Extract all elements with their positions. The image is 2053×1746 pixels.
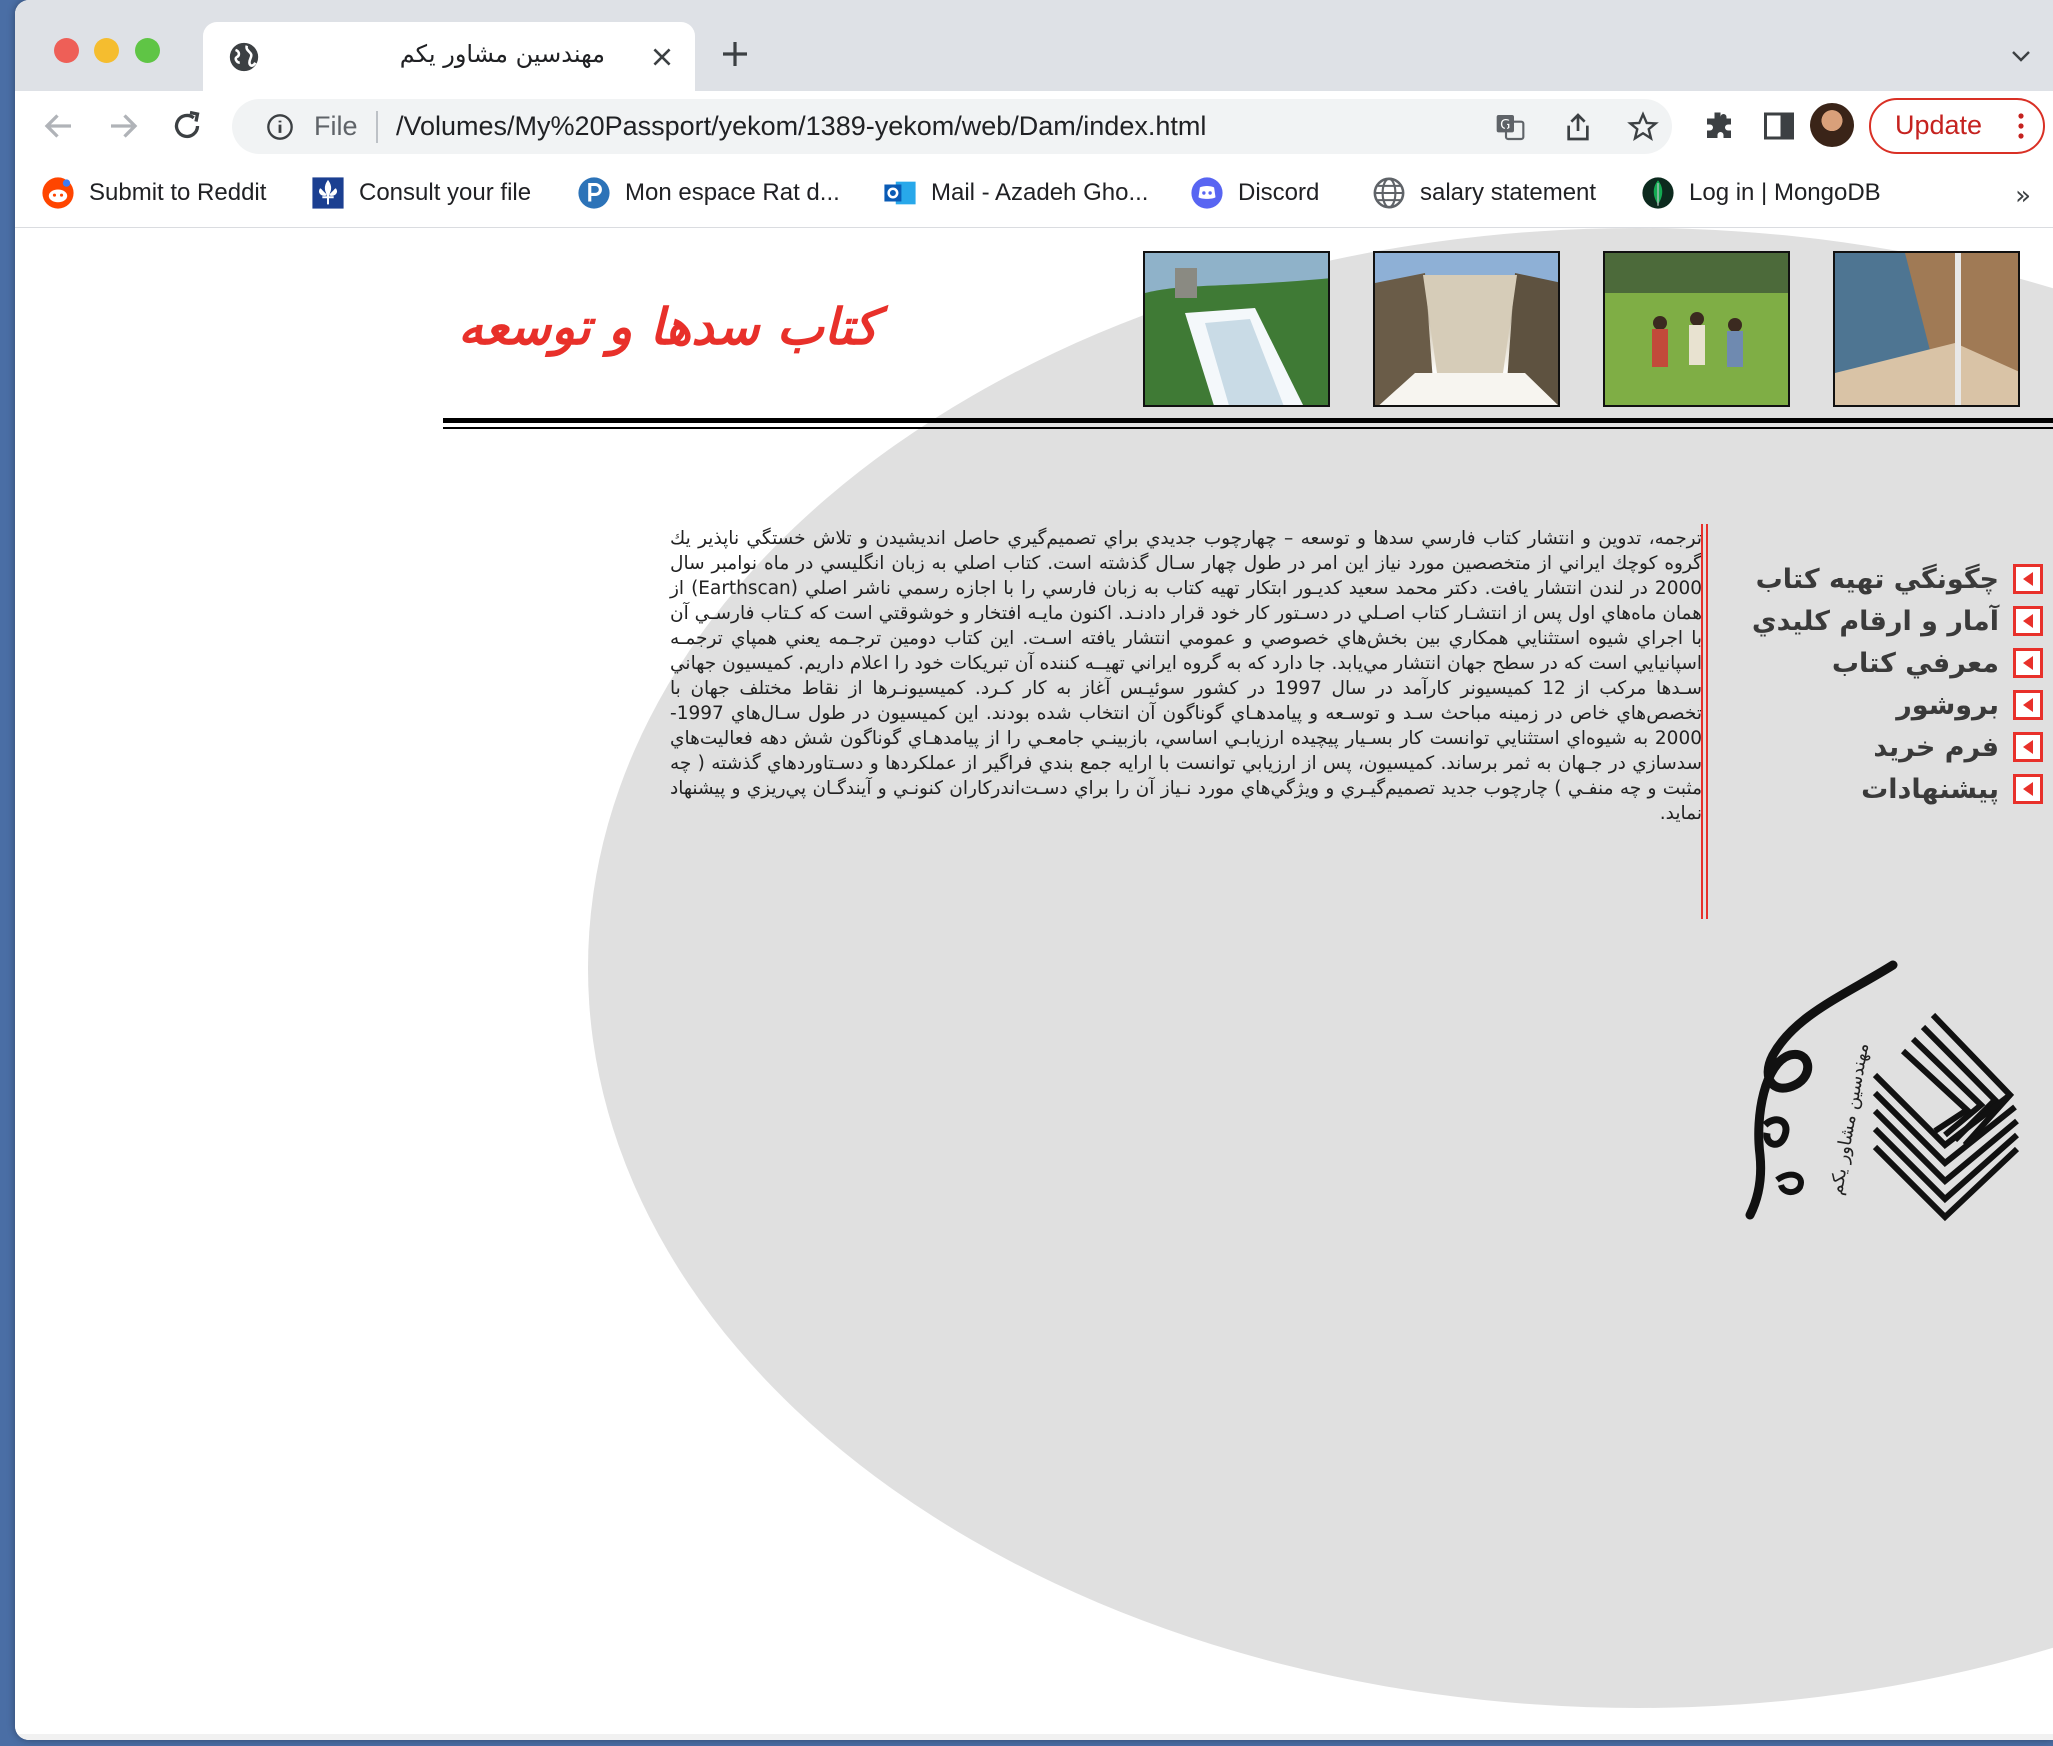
menu-item-brochure[interactable]: بروشور bbox=[1725, 684, 2043, 726]
scheme-label: File bbox=[314, 111, 358, 141]
forward-arrow-icon[interactable] bbox=[105, 108, 141, 144]
divider-line bbox=[1701, 524, 1703, 919]
globe-icon bbox=[1373, 177, 1405, 209]
share-icon[interactable] bbox=[1562, 111, 1594, 143]
concrete-dam-photo bbox=[1373, 251, 1560, 407]
arrow-left-icon bbox=[2013, 564, 2043, 594]
reddit-icon bbox=[42, 177, 74, 209]
header-rule bbox=[443, 418, 2053, 423]
browser-toolbar: File /Volumes/My%20Passport/yekom/1389-y… bbox=[15, 91, 2053, 161]
yekom-logo: مهندسين مشاور يكم bbox=[1745, 960, 2020, 1222]
bookmark-reddit[interactable]: Submit to Reddit bbox=[41, 173, 266, 213]
bookmarks-bar: Submit to Reddit Consult your file Mon e… bbox=[15, 161, 2053, 228]
update-label: Update bbox=[1895, 110, 1983, 140]
back-arrow-icon[interactable] bbox=[41, 108, 77, 144]
field-workers-photo bbox=[1603, 251, 1790, 407]
bookmark-label: Discord bbox=[1238, 179, 1320, 206]
bookmarks-overflow-button[interactable]: » bbox=[2015, 181, 2031, 211]
page-bottom-edge bbox=[15, 1734, 2053, 1740]
bookmark-label: Log in | MongoDB bbox=[1689, 179, 1881, 206]
extensions-icon[interactable] bbox=[1701, 108, 1737, 144]
side-panel-icon[interactable] bbox=[1761, 108, 1797, 144]
mongodb-leaf-icon bbox=[1642, 177, 1674, 209]
outlook-icon bbox=[884, 181, 916, 205]
tab-strip: مهندسين مشاور يكم bbox=[15, 0, 2053, 91]
arrow-left-icon bbox=[2013, 690, 2043, 720]
menu-item-label: بروشور bbox=[1896, 689, 1999, 721]
menu-item-label: آمار و ارقام كليدي bbox=[1751, 605, 1999, 637]
address-bar[interactable]: File /Volumes/My%20Passport/yekom/1389-y… bbox=[232, 99, 1672, 154]
bookmark-label: Mon espace Rat d... bbox=[625, 179, 840, 206]
bookmark-label: Submit to Reddit bbox=[89, 179, 267, 206]
close-icon[interactable] bbox=[649, 44, 675, 70]
logo-text: مهندسين مشاور يكم bbox=[1826, 1041, 1873, 1196]
bookmark-consult-file[interactable]: Consult your file bbox=[311, 173, 531, 213]
intro-paragraph: ترجمه، تدوين و انتشار كتاب فارسي سدها و … bbox=[670, 528, 1703, 824]
dam-top-photo bbox=[1833, 251, 2020, 407]
star-icon[interactable] bbox=[1627, 111, 1659, 143]
bookmark-label: Consult your file bbox=[359, 179, 532, 206]
window-close-button[interactable] bbox=[54, 38, 79, 63]
url-text[interactable]: /Volumes/My%20Passport/yekom/1389-yekom/… bbox=[396, 111, 1206, 142]
window-minimize-button[interactable] bbox=[94, 38, 119, 63]
window-zoom-button[interactable] bbox=[135, 38, 160, 63]
reload-icon[interactable] bbox=[169, 108, 205, 144]
menu-item-book-intro[interactable]: معرفي كتاب bbox=[1725, 642, 2043, 684]
chevron-down-icon[interactable] bbox=[2009, 44, 2033, 68]
discord-icon bbox=[1191, 177, 1223, 209]
dam-spillway-photo bbox=[1143, 251, 1330, 407]
tab-active[interactable]: مهندسين مشاور يكم bbox=[203, 22, 695, 91]
menu-item-label: چگونگي تهيه كتاب bbox=[1755, 563, 1999, 595]
web-page: كتاب سدها و توسعه ترجمه، تدوين و انتشار … bbox=[15, 228, 2053, 1740]
update-button[interactable]: Update bbox=[1869, 98, 2045, 154]
translate-icon[interactable]: G bbox=[1494, 111, 1526, 143]
globe-icon bbox=[229, 42, 259, 72]
bookmark-mongodb[interactable]: Log in | MongoDB bbox=[1641, 173, 1881, 213]
arrow-left-icon bbox=[2013, 606, 2043, 636]
divider-line bbox=[1706, 524, 1708, 919]
bookmark-label: Mail - Azadeh Gho... bbox=[931, 179, 1149, 206]
arrow-left-icon bbox=[2013, 648, 2043, 678]
menu-item-book-preparation[interactable]: چگونگي تهيه كتاب bbox=[1725, 558, 2043, 600]
browser-window: مهندسين مشاور يكم File /Volumes/My%20Pas… bbox=[15, 0, 2053, 1740]
info-icon[interactable] bbox=[266, 113, 294, 141]
p-circle-icon bbox=[578, 177, 610, 209]
menu-item-order-form[interactable]: فرم خريد bbox=[1725, 726, 2043, 768]
more-vert-icon[interactable] bbox=[2017, 112, 2025, 140]
page-title: كتاب سدها و توسعه bbox=[458, 298, 878, 356]
bookmark-label: salary statement bbox=[1420, 179, 1597, 206]
fleur-de-lis-icon bbox=[312, 177, 344, 209]
menu-item-label: معرفي كتاب bbox=[1831, 647, 1999, 679]
address-separator bbox=[376, 111, 378, 143]
menu-item-key-statistics[interactable]: آمار و ارقام كليدي bbox=[1725, 600, 2043, 642]
menu-item-suggestions[interactable]: پيشنهادات bbox=[1725, 768, 2043, 810]
arrow-left-icon bbox=[2013, 774, 2043, 804]
tab-title: مهندسين مشاور يكم bbox=[399, 40, 605, 68]
bookmark-mail[interactable]: Mail - Azadeh Gho... bbox=[883, 173, 1148, 213]
side-menu: چگونگي تهيه كتاب آمار و ارقام كليدي معرف… bbox=[1725, 558, 2043, 810]
menu-item-label: فرم خريد bbox=[1873, 731, 1999, 763]
bookmark-mon-espace[interactable]: Mon espace Rat d... bbox=[577, 173, 840, 213]
avatar[interactable] bbox=[1810, 103, 1854, 147]
bookmark-discord[interactable]: Discord bbox=[1190, 173, 1319, 213]
new-tab-icon[interactable] bbox=[719, 38, 751, 70]
menu-item-label: پيشنهادات bbox=[1861, 773, 1999, 805]
arrow-left-icon bbox=[2013, 732, 2043, 762]
header-rule-thin bbox=[443, 427, 2053, 429]
bookmark-salary[interactable]: salary statement bbox=[1372, 173, 1596, 213]
